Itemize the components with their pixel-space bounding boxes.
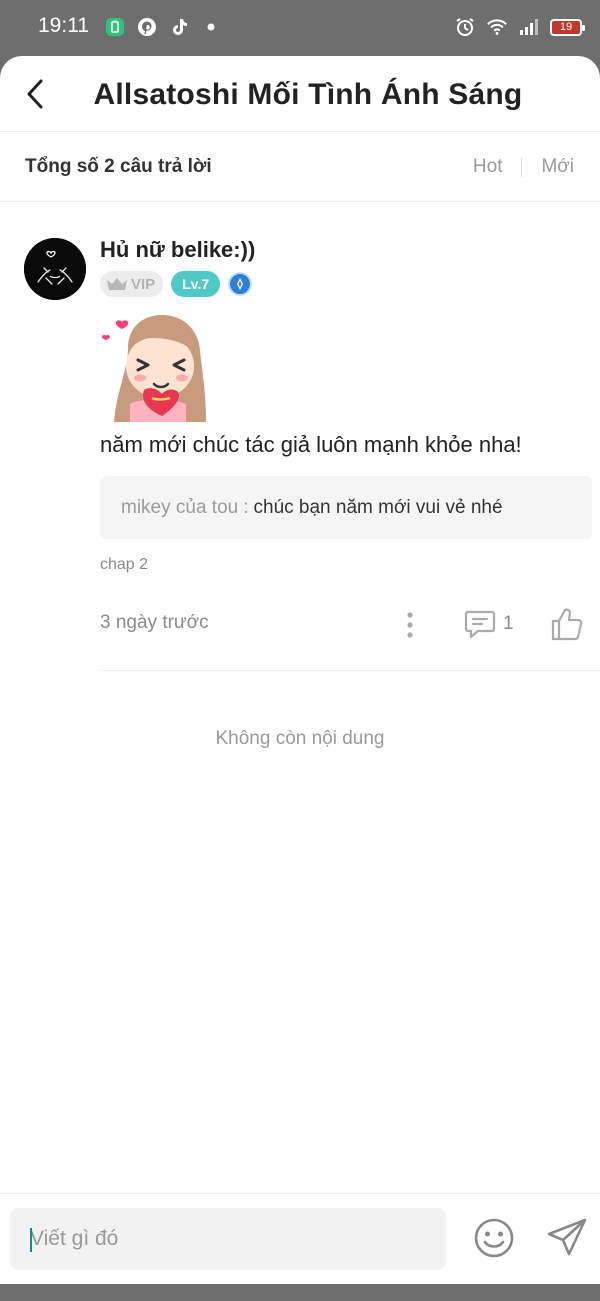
thumbs-up-icon[interactable] [550,606,584,642]
user-badges: VIP Lv.7 [100,271,253,297]
reply-preview[interactable]: mikey của tou : chúc bạn năm mới vui vẻ … [100,476,592,539]
system-nav-bar [0,1284,600,1301]
reply-author[interactable]: mikey của tou [121,497,238,519]
chapter-tag[interactable]: chap 2 [100,556,148,574]
sort-tabs: Hot Mới [473,156,574,178]
nav-bar: Allsatoshi Mối Tình Ánh Sáng [0,56,600,132]
page-title: Allsatoshi Mối Tình Ánh Sáng [93,78,523,111]
comment-meta: 3 ngày trước 1 [100,604,590,644]
sticker-image [100,308,210,422]
battery-icon: 19 [550,18,585,36]
comment-input[interactable] [10,1208,446,1270]
level-badge: Lv.7 [171,271,221,297]
comment-divider [100,670,600,671]
wifi-icon [486,16,508,38]
notification-dot-icon [200,16,222,38]
comment-item: Hủ nữ belike:)) VIP Lv.7 năm mới chúc tá… [0,202,600,672]
battery-saver-icon [104,16,126,38]
username[interactable]: Hủ nữ belike:)) [100,237,255,263]
end-of-content: Không còn nội dung [215,728,385,749]
more-options-icon[interactable] [399,610,421,640]
comments-sheet: Allsatoshi Mối Tình Ánh Sáng Tổng số 2 c… [0,56,600,1284]
vip-badge: VIP [100,271,164,297]
status-bar: 19:11 19 [0,0,600,56]
status-time: 19:11 [38,14,89,37]
signal-icon [518,16,540,38]
reply-separator: : [243,496,249,518]
reply-text: chúc bạn năm mới vui vẻ nhé [253,496,503,518]
sort-divider [521,157,523,177]
sort-tab-hot[interactable]: Hot [473,156,503,178]
vip-label: VIP [131,275,156,293]
avatar[interactable] [24,238,86,300]
reply-icon[interactable] [463,607,497,641]
crown-icon [107,278,127,290]
reply-total: Tổng số 2 câu trả lời [25,156,212,177]
tiktok-icon [168,16,190,38]
comment-text: năm mới chúc tác giả luôn mạnh khỏe nha! [100,432,522,457]
reply-count: 1 [503,613,514,634]
send-icon[interactable] [545,1216,589,1260]
emoji-icon[interactable] [472,1216,516,1260]
alarm-icon [454,16,476,38]
medal-icon [228,272,253,296]
timestamp: 3 ngày trước [100,612,209,633]
battery-level: 19 [559,21,573,33]
text-caret [30,1228,32,1252]
input-bar [0,1193,600,1284]
summary-bar: Tổng số 2 câu trả lời Hot Mới [0,132,600,202]
pinterest-icon [136,16,158,38]
sort-tab-new[interactable]: Mới [541,156,574,178]
